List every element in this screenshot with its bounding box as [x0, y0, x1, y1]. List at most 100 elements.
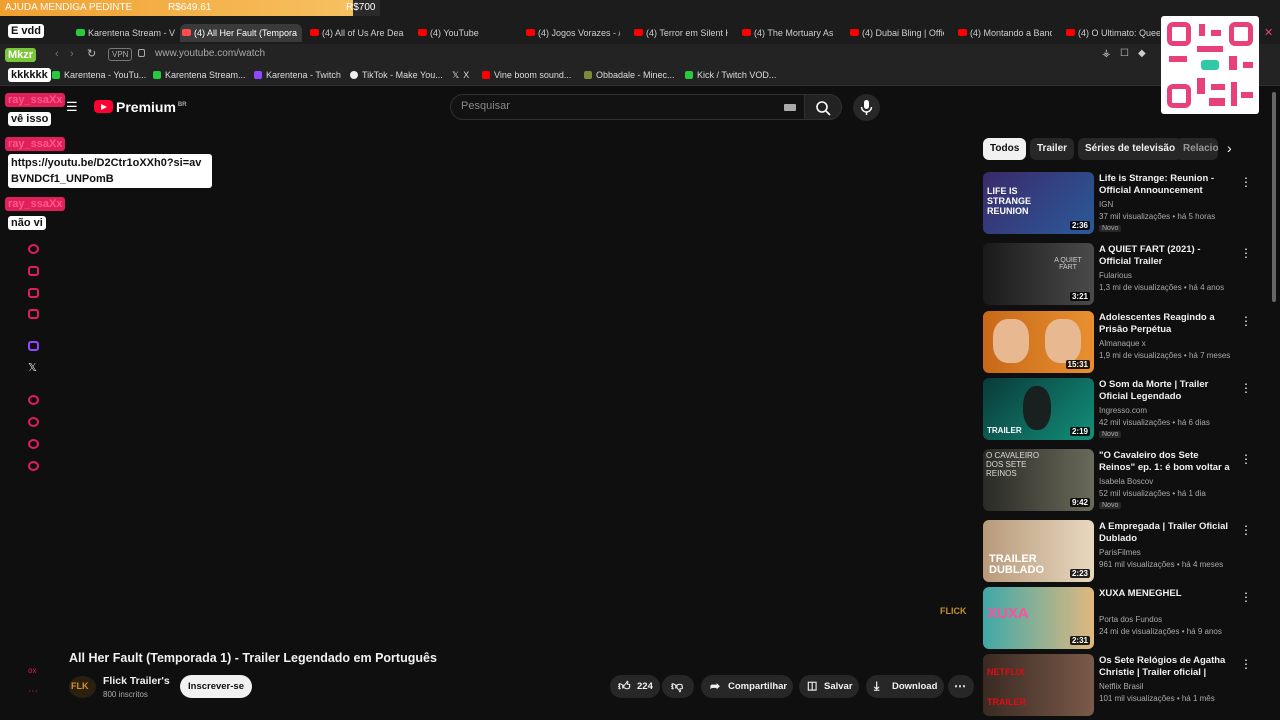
video-title[interactable]: O Som da Morte | Trailer Oficial Legenda…	[1099, 379, 1233, 403]
more-options-icon[interactable]: ⋮	[1240, 590, 1252, 604]
chevron-right-icon[interactable]: ›	[1227, 140, 1232, 156]
clock-icon[interactable]	[28, 417, 39, 427]
browser-tab[interactable]: (4) Terror em Silent H	[632, 24, 728, 42]
youtube-logo-icon[interactable]	[94, 100, 113, 113]
video-thumbnail[interactable]: 15:31	[983, 311, 1094, 373]
shield-icon[interactable]: ◆	[1138, 48, 1146, 59]
scrollbar[interactable]	[1272, 92, 1276, 302]
forward-icon[interactable]: ›	[70, 48, 74, 60]
video-thumbnail[interactable]: TRAILER DUBLADO 2:23	[983, 520, 1094, 582]
browser-tab[interactable]: (4) All of Us Are Dea	[308, 24, 404, 42]
bookmark-item[interactable]: Karentena - YouTu...	[52, 70, 146, 80]
more-options-icon[interactable]: ⋮	[1240, 175, 1252, 189]
more-options-icon[interactable]: ⋮	[1240, 523, 1252, 537]
video-title[interactable]: A Empregada | Trailer Oficial Dublado	[1099, 521, 1233, 545]
search-button[interactable]	[804, 94, 842, 120]
recommendation-item[interactable]: TRAILER DUBLADO 2:23 A Empregada | Trail…	[983, 520, 1253, 584]
chip-tv-series[interactable]: Séries de televisão	[1078, 138, 1183, 160]
chat-bubble-icon[interactable]	[28, 288, 39, 298]
video-title[interactable]: "O Cavaleiro dos Sete Reinos" ep. 1: é b…	[1099, 450, 1233, 474]
reload-icon[interactable]: ↻	[87, 47, 96, 60]
share-button[interactable]: ➦ Compartilhar	[701, 675, 793, 698]
bookmark-icon[interactable]: ☐	[1120, 48, 1129, 59]
more-options-icon[interactable]: ⋮	[1240, 246, 1252, 260]
video-thumbnail[interactable]: LIFE IS STRANGE REUNION 2:36	[983, 172, 1094, 234]
recommendation-item[interactable]: 15:31 Adolescentes Reagindo a Prisão Per…	[983, 311, 1253, 375]
youtube-brand[interactable]: Premium BR	[116, 99, 187, 115]
chip-trailer[interactable]: Trailer	[1030, 138, 1075, 160]
browser-tab[interactable]: (4) Dubai Bling | Offic	[848, 24, 944, 42]
url-field[interactable]: www.youtube.com/watch	[155, 48, 265, 59]
video-title[interactable]: Adolescentes Reagindo a Prisão Perpétua	[1099, 312, 1233, 336]
recommendation-item[interactable]: O CAVALEIRO DOS SETE REINOS 9:42 "O Cava…	[983, 449, 1253, 513]
more-horizontal-icon[interactable]: ⋯	[28, 686, 38, 697]
more-options-icon[interactable]: ⋮	[1240, 381, 1252, 395]
voice-search-button[interactable]	[853, 94, 880, 121]
notes-icon[interactable]	[28, 309, 39, 319]
browser-tab[interactable]: Karentena Stream - V	[74, 24, 178, 42]
channel-name[interactable]: Porta dos Fundos	[1099, 615, 1162, 624]
dislike-button[interactable]: 👎︎	[662, 675, 694, 698]
x-icon[interactable]: 𝕏	[28, 361, 37, 374]
channel-name[interactable]: Isabela Boscov	[1099, 477, 1153, 486]
video-title[interactable]: Life is Strange: Reunion - Official Anno…	[1099, 173, 1233, 197]
recommendation-item[interactable]: NETFLIX TRAILER Os Sete Relógios de Agat…	[983, 654, 1253, 718]
history-icon[interactable]	[28, 244, 39, 254]
recommendation-item[interactable]: XUXA 2:31 XUXA MENEGHEL Porta dos Fundos…	[983, 587, 1253, 651]
settings-icon[interactable]	[28, 461, 39, 471]
recommendation-item[interactable]: A QUIET FART 3:21 A QUIET FART (2021) - …	[983, 243, 1253, 307]
bookmark-item[interactable]: Kick / Twitch VOD...	[685, 70, 776, 80]
twitch-icon[interactable]	[28, 341, 39, 351]
pin-icon[interactable]: ⚶	[1102, 48, 1111, 59]
play-icon[interactable]	[28, 395, 39, 405]
video-thumbnail[interactable]: XUXA 2:31	[983, 587, 1094, 649]
save-button[interactable]: ◫ Salvar	[799, 675, 859, 698]
channel-name[interactable]: Ingresso.com	[1099, 406, 1147, 415]
browser-tab[interactable]: (4) O Ultimato: Quee	[1064, 24, 1160, 42]
recommendation-item[interactable]: TRAILER 2:19 O Som da Morte | Trailer Of…	[983, 378, 1253, 442]
channel-name[interactable]: IGN	[1099, 200, 1113, 209]
video-title[interactable]: Os Sete Relógios de Agatha Christie | Tr…	[1099, 655, 1233, 679]
video-thumbnail[interactable]: A QUIET FART 3:21	[983, 243, 1094, 305]
channel-name[interactable]: Netflix Brasil	[1099, 682, 1143, 691]
bookmark-item[interactable]: Karentena Stream...	[153, 70, 246, 80]
channel-name[interactable]: Almanaque x	[1099, 339, 1146, 348]
more-options-icon[interactable]: ⋮	[1240, 314, 1252, 328]
video-title[interactable]: A QUIET FART (2021) - Official Trailer	[1099, 244, 1233, 268]
vpn-badge[interactable]: VPN	[108, 48, 133, 61]
like-button[interactable]: 👍︎ 224	[610, 675, 660, 698]
channel-name-main[interactable]: Flick Trailer's	[103, 675, 170, 687]
channel-name[interactable]: Fularious	[1099, 271, 1132, 280]
menu-icon[interactable]: ☰	[66, 99, 78, 115]
channel-avatar[interactable]: FLK	[69, 676, 96, 698]
browser-tab[interactable]: (4) The Mortuary As	[740, 24, 836, 42]
chip-related[interactable]: Relacio	[1176, 138, 1218, 160]
bookmark-item[interactable]: TikTok - Make You...	[350, 70, 443, 80]
recommendation-item[interactable]: LIFE IS STRANGE REUNION 2:36 Life is Str…	[983, 172, 1253, 236]
back-icon[interactable]: ‹	[55, 48, 59, 60]
video-thumbnail[interactable]: NETFLIX TRAILER	[983, 654, 1094, 716]
keyboard-icon[interactable]	[784, 104, 796, 111]
more-actions-button[interactable]: ⋯	[948, 675, 974, 698]
video-thumbnail[interactable]: O CAVALEIRO DOS SETE REINOS 9:42	[983, 449, 1094, 511]
browser-tab[interactable]: (4) Jogos Vorazes - /	[524, 24, 620, 42]
bookmark-item[interactable]: Vine boom sound...	[482, 70, 571, 80]
close-icon[interactable]: ✕	[1264, 26, 1273, 39]
more-options-icon[interactable]: ⋮	[1240, 452, 1252, 466]
browser-tab-active[interactable]: (4) All Her Fault (Tempora	[180, 24, 302, 42]
search-input[interactable]	[461, 100, 761, 112]
channel-name[interactable]: ParisFilmes	[1099, 548, 1141, 557]
browser-tab[interactable]: (4) Montando a Band	[956, 24, 1052, 42]
bookmark-item[interactable]: Karentena - Twitch	[254, 70, 341, 80]
video-thumbnail[interactable]: TRAILER 2:19	[983, 378, 1094, 440]
browser-tab[interactable]: (4) YouTube	[416, 24, 516, 42]
more-options-icon[interactable]: ⋮	[1240, 657, 1252, 671]
chip-all[interactable]: Todos	[983, 138, 1027, 160]
download-button[interactable]: ⤓ Download	[866, 675, 944, 698]
subscribe-button[interactable]: Inscrever-se	[180, 675, 252, 698]
bookmark-item[interactable]: 𝕏X	[452, 70, 469, 81]
video-title[interactable]: XUXA MENEGHEL	[1099, 588, 1233, 600]
bookmark-item[interactable]: Obbadale - Minec...	[584, 70, 675, 80]
flow-icon[interactable]	[28, 439, 39, 449]
bag-icon[interactable]	[28, 266, 39, 276]
